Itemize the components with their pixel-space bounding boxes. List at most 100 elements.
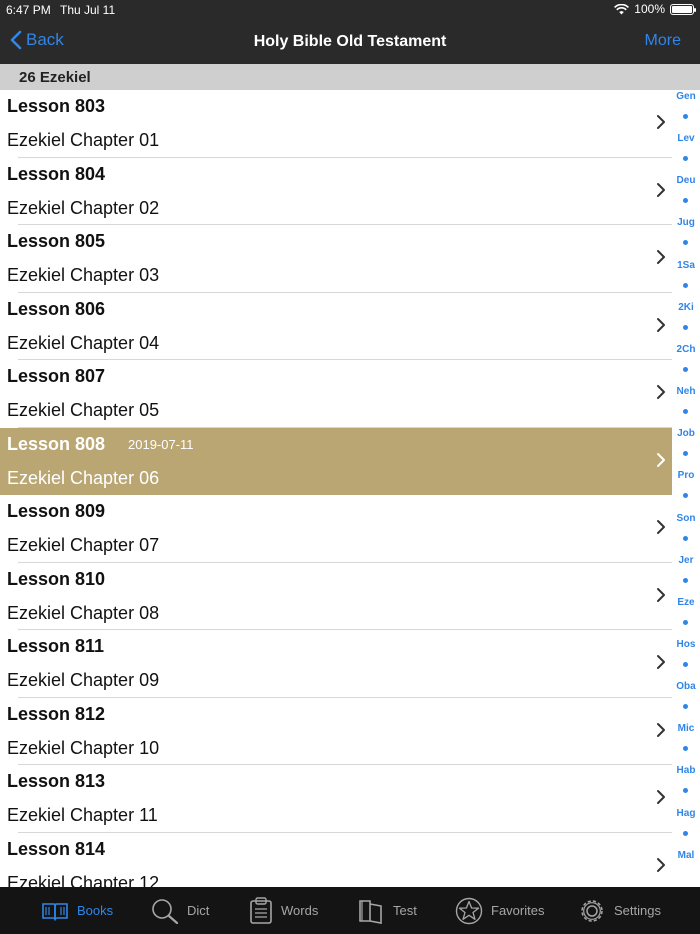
index-item[interactable]: Neh bbox=[672, 386, 700, 397]
chapter-title: Ezekiel Chapter 11 bbox=[7, 805, 158, 825]
lesson-row[interactable]: Lesson 803 Ezekiel Chapter 01 bbox=[0, 90, 672, 158]
chapter-title: Ezekiel Chapter 09 bbox=[7, 670, 160, 690]
chapter-title: Ezekiel Chapter 02 bbox=[7, 197, 160, 218]
more-button[interactable]: More bbox=[645, 32, 681, 50]
index-item[interactable]: Oba bbox=[672, 681, 700, 692]
index-item[interactable]: Pro bbox=[672, 470, 700, 481]
gear-icon bbox=[578, 897, 606, 925]
chapter-title: Ezekiel Chapter 08 bbox=[7, 602, 160, 623]
index-item[interactable]: Gen bbox=[672, 91, 700, 102]
lesson-list[interactable]: Lesson 803 Ezekiel Chapter 01 Lesson 804 Ez… bbox=[0, 90, 672, 887]
tab-label: Dict bbox=[187, 903, 210, 918]
tab-test[interactable]: Test bbox=[357, 887, 417, 934]
lesson-row[interactable]: Lesson 811 Ezekiel Chapter 09 bbox=[0, 630, 672, 698]
lesson-title: Lesson 809 bbox=[7, 501, 106, 521]
clipboard-icon bbox=[249, 896, 273, 925]
tab-books[interactable]: Books bbox=[41, 887, 113, 934]
status-right: 100% bbox=[614, 2, 696, 16]
tab-label: Favorites bbox=[491, 903, 545, 918]
index-item[interactable]: Hos bbox=[672, 639, 700, 650]
lesson-title: Lesson 804 bbox=[7, 163, 106, 184]
lesson-title: Lesson 814 bbox=[7, 838, 106, 859]
index-dot bbox=[683, 535, 688, 541]
index-dot bbox=[683, 788, 688, 794]
lesson-row[interactable]: Lesson 809 Ezekiel Chapter 07 bbox=[0, 495, 672, 563]
index-dot bbox=[683, 156, 688, 162]
index-dot bbox=[683, 830, 688, 836]
app-screen: 6:47 PM Thu Jul 11 100% Back Holy Bible … bbox=[0, 0, 700, 934]
chevron-right-icon bbox=[657, 182, 665, 197]
battery-icon bbox=[670, 3, 696, 15]
chevron-right-icon bbox=[657, 317, 665, 332]
index-item[interactable]: 2Ki bbox=[672, 302, 700, 313]
index-item[interactable]: Jer bbox=[672, 555, 700, 566]
index-item[interactable]: Job bbox=[672, 428, 700, 439]
index-dot bbox=[683, 661, 688, 667]
index-item[interactable]: Lev bbox=[672, 133, 700, 144]
lesson-title: Lesson 813 bbox=[7, 771, 106, 791]
index-dot bbox=[683, 114, 688, 119]
lesson-title: Lesson 811 bbox=[7, 636, 105, 656]
lesson-row[interactable]: Lesson 805 Ezekiel Chapter 03 bbox=[0, 225, 672, 293]
magnifier-icon bbox=[151, 898, 179, 924]
index-item[interactable]: Hag bbox=[672, 808, 700, 819]
battery-fill bbox=[672, 5, 692, 13]
section-header: 26 Ezekiel bbox=[0, 64, 700, 90]
index-dot bbox=[683, 409, 688, 415]
lesson-row[interactable]: Lesson 808 2019-07-11 Ezekiel Chapter 06 bbox=[0, 427, 672, 495]
lesson-row[interactable]: Lesson 812 Ezekiel Chapter 10 bbox=[0, 698, 672, 765]
book-index[interactable]: Gen Lev Deu Jug 1Sa 2Ki 2Ch Neh Job Pro Son Jer Eze H… bbox=[672, 90, 700, 887]
lesson-row[interactable]: Lesson 804 Ezekiel Chapter 02 bbox=[0, 158, 672, 225]
index-item[interactable]: Eze bbox=[672, 597, 700, 608]
chevron-right-icon bbox=[657, 452, 665, 467]
index-dot bbox=[683, 619, 688, 625]
index-dot bbox=[683, 282, 688, 288]
lesson-title: Lesson 803 bbox=[7, 96, 106, 116]
tab-dict[interactable]: Dict bbox=[151, 887, 209, 934]
index-item[interactable]: Mal bbox=[672, 850, 700, 861]
test-book-icon bbox=[357, 898, 385, 924]
chevron-right-icon bbox=[657, 587, 665, 602]
index-item[interactable]: Deu bbox=[672, 175, 700, 186]
status-bar: 6:47 PM Thu Jul 11 100% bbox=[0, 0, 700, 20]
index-dot bbox=[683, 577, 688, 583]
page-title: Holy Bible Old Testament bbox=[253, 33, 447, 50]
tab-favorites[interactable]: Favorites bbox=[455, 887, 544, 934]
index-item[interactable]: Son bbox=[672, 513, 700, 524]
index-dot bbox=[683, 493, 688, 499]
tab-bar: Books Dict Words Test Favorites Settings bbox=[0, 887, 700, 934]
chevron-right-icon bbox=[657, 520, 665, 534]
index-dot bbox=[683, 324, 688, 330]
chevron-right-icon bbox=[657, 250, 665, 264]
index-item[interactable]: Jug bbox=[672, 217, 700, 228]
chapter-title: Ezekiel Chapter 10 bbox=[7, 737, 160, 758]
tab-settings[interactable]: Settings bbox=[578, 887, 661, 934]
index-item[interactable]: 2Ch bbox=[672, 344, 700, 355]
status-time: 6:47 PM bbox=[6, 3, 51, 17]
tab-words[interactable]: Words bbox=[249, 887, 318, 934]
lesson-row[interactable]: Lesson 810 Ezekiel Chapter 08 bbox=[0, 563, 672, 630]
lesson-title: Lesson 807 bbox=[7, 366, 106, 386]
lesson-row[interactable]: Lesson 806 Ezekiel Chapter 04 bbox=[0, 293, 672, 360]
chevron-right-icon bbox=[657, 655, 665, 669]
tab-label: Words bbox=[281, 903, 319, 918]
index-item[interactable]: Hab bbox=[672, 765, 700, 776]
lesson-row[interactable]: Lesson 813 Ezekiel Chapter 11 bbox=[0, 765, 672, 833]
index-dot bbox=[683, 451, 688, 457]
index-item[interactable]: Mic bbox=[672, 723, 700, 734]
navigation-bar: Back Holy Bible Old Testament More bbox=[0, 20, 700, 64]
index-dot bbox=[683, 746, 688, 752]
star-icon bbox=[455, 897, 483, 925]
index-dot bbox=[683, 366, 688, 372]
lesson-row[interactable]: Lesson 814 Ezekiel Chapter 12 bbox=[0, 833, 672, 887]
lesson-title: Lesson 810 bbox=[7, 568, 106, 589]
lesson-row[interactable]: Lesson 807 Ezekiel Chapter 05 bbox=[0, 360, 672, 428]
lesson-title: Lesson 812 bbox=[7, 703, 106, 724]
index-item[interactable]: 1Sa bbox=[672, 260, 700, 271]
chapter-title: Ezekiel Chapter 03 bbox=[7, 265, 160, 285]
index-dot bbox=[683, 240, 688, 246]
chevron-right-icon bbox=[657, 115, 665, 129]
lesson-title: Lesson 805 bbox=[7, 231, 106, 251]
chapter-title: Ezekiel Chapter 06 bbox=[7, 467, 160, 488]
chapter-title: Ezekiel Chapter 04 bbox=[7, 332, 160, 353]
